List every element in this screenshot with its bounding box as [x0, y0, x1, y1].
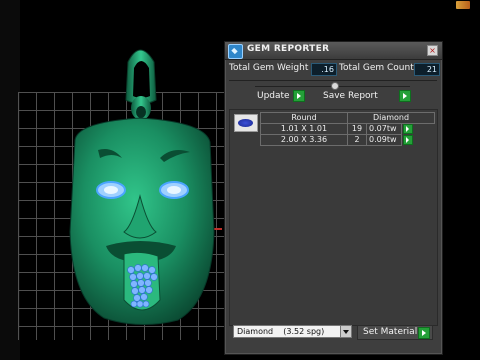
gem-shape-icon[interactable] [234, 114, 258, 132]
save-report-button[interactable]: Save Report [323, 91, 378, 101]
row-select-icon[interactable] [403, 124, 413, 134]
update-button[interactable]: Update [257, 91, 290, 101]
gem-reporter-panel[interactable]: GEM REPORTER × Total Gem Weight .16 Tota… [224, 41, 443, 355]
divider [229, 80, 437, 81]
total-weight-label: Total Gem Weight [229, 63, 309, 73]
update-play-icon[interactable] [293, 90, 305, 102]
set-material-play-icon[interactable] [418, 327, 430, 339]
dropdown-arrow-icon[interactable] [340, 326, 351, 337]
table-row[interactable]: 2.00 X 3.36 2 0.09tw [260, 134, 435, 146]
gem-size: 2.00 X 3.36 [260, 134, 348, 146]
gem-reporter-icon [228, 44, 243, 59]
gem-list[interactable]: Round Diamond 1.01 X 1.01 19 0.07tw 2.00… [229, 109, 438, 326]
total-count-label: Total Gem Count [339, 63, 414, 73]
set-material-label: Set Material [363, 327, 418, 337]
material-select[interactable]: Diamond (3.52 spg) [233, 325, 352, 338]
gem-size: 1.01 X 1.01 [260, 123, 348, 135]
table-header-row: Round Diamond [260, 112, 435, 124]
bail [125, 49, 157, 120]
title-bar[interactable]: GEM REPORTER × [225, 42, 442, 60]
gem-count: 2 [347, 134, 367, 146]
save-report-play-icon[interactable] [399, 90, 411, 102]
close-icon[interactable]: × [427, 45, 438, 56]
total-count-value: 21 [414, 63, 440, 76]
gem-weight: 0.09tw [366, 134, 402, 146]
total-weight-value: .16 [311, 63, 337, 76]
slider-handle[interactable] [331, 82, 339, 90]
table-row[interactable]: 1.01 X 1.01 19 0.07tw [260, 123, 435, 135]
shape-header: Round [260, 112, 348, 124]
gem-table: Round Diamond 1.01 X 1.01 19 0.07tw 2.00… [260, 112, 435, 146]
gem-count: 19 [347, 123, 367, 135]
gem-weight: 0.07tw [366, 123, 402, 135]
set-material-button[interactable]: Set Material [357, 325, 433, 340]
row-select-icon[interactable] [403, 134, 413, 145]
material-select-value: Diamond (3.52 spg) [237, 327, 325, 336]
material-header: Diamond [347, 112, 435, 124]
panel-title: GEM REPORTER [247, 44, 330, 54]
